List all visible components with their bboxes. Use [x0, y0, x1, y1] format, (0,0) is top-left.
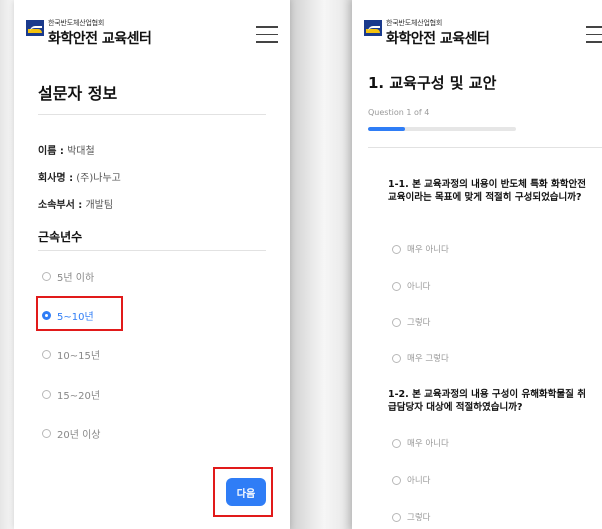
question-text: 1-2. 본 교육과정의 내용 구성이 유해화학물질 취급담당자 대상에 적절하… — [388, 389, 586, 413]
company-field: 회사명 : (주)나누고 — [38, 169, 121, 184]
company-label: 회사명 : — [38, 173, 74, 184]
question-text: 1-1. 본 교육과정의 내용이 반도체 특화 화학안전교육이라는 목표에 맞게… — [388, 179, 586, 203]
name-value: 박대철 — [67, 146, 95, 157]
tenure-option[interactable]: 20년 이상 — [42, 426, 101, 441]
hamburger-icon[interactable] — [586, 26, 602, 43]
name-field: 이름 : 박대철 — [38, 142, 95, 157]
tenure-option-label: 20년 이상 — [57, 430, 101, 441]
radio-icon[interactable] — [392, 281, 401, 291]
tenure-title: 근속년수 — [38, 230, 83, 244]
logo-icon — [364, 20, 382, 36]
progress-bar — [368, 127, 516, 131]
background-edge — [0, 0, 14, 529]
radio-icon[interactable] — [42, 272, 51, 281]
answer-option-label: 매우 아니다 — [407, 439, 449, 449]
radio-icon[interactable] — [392, 475, 401, 485]
survey-question-screen: 한국반도체산업협회 화학안전 교육센터 1. 교육구성 및 교안 Questio… — [352, 0, 602, 529]
question-counter: Question 1 of 4 — [368, 108, 430, 117]
header: 한국반도체산업협회 화학안전 교육센터 — [352, 0, 602, 64]
department-value: 개발팀 — [85, 200, 114, 211]
divider — [38, 250, 266, 251]
answer-option-label: 매우 그렇다 — [407, 354, 449, 364]
hamburger-icon[interactable] — [256, 26, 278, 43]
tenure-option-label: 15~20년 — [57, 391, 101, 402]
page-title: 설문자 정보 — [38, 84, 118, 103]
tenure-option[interactable]: 15~20년 — [42, 387, 100, 402]
department-label: 소속부서 : — [38, 200, 83, 211]
site-title: 화학안전 교육센터 — [386, 31, 490, 47]
progress-fill — [368, 127, 405, 131]
answer-option-label: 그렇다 — [407, 318, 431, 328]
radio-icon[interactable] — [392, 438, 401, 448]
answer-option[interactable]: 매우 아니다 — [392, 243, 449, 255]
tenure-option-label: 10~15년 — [57, 351, 101, 362]
section-title: 1. 교육구성 및 교안 — [368, 74, 497, 92]
name-label: 이름 : — [38, 146, 64, 157]
radio-icon[interactable] — [392, 317, 401, 327]
radio-icon[interactable] — [392, 353, 401, 363]
answer-option[interactable]: 아니다 — [392, 280, 430, 292]
department-field: 소속부서 : 개발팀 — [38, 196, 113, 211]
radio-icon[interactable] — [392, 512, 401, 522]
answer-option-label: 아니다 — [407, 282, 431, 292]
answer-option[interactable]: 그렇다 — [392, 511, 430, 523]
answer-option-label: 매우 아니다 — [407, 245, 449, 255]
org-name: 한국반도체산업협회 — [386, 19, 443, 27]
highlight-box — [213, 467, 273, 517]
radio-icon[interactable] — [42, 350, 51, 359]
logo-icon — [26, 20, 44, 36]
tenure-option[interactable]: 5년 이하 — [42, 269, 94, 284]
site-title: 화학안전 교육센터 — [48, 31, 152, 47]
answer-option-label: 그렇다 — [407, 513, 431, 523]
answer-option[interactable]: 매우 그렇다 — [392, 352, 449, 364]
tenure-option-label: 5년 이하 — [57, 273, 95, 284]
radio-icon[interactable] — [42, 429, 51, 438]
answer-option-label: 아니다 — [407, 476, 431, 486]
company-value: (주)나누고 — [76, 173, 121, 184]
tenure-option[interactable]: 10~15년 — [42, 347, 100, 362]
divider — [38, 114, 266, 115]
answer-option[interactable]: 아니다 — [392, 474, 430, 486]
radio-icon[interactable] — [42, 390, 51, 399]
header: 한국반도체산업협회 화학안전 교육센터 — [14, 0, 290, 64]
divider — [368, 147, 602, 148]
survey-info-screen: 한국반도체산업협회 화학안전 교육센터 설문자 정보 이름 : 박대철 회사명 … — [14, 0, 290, 529]
highlight-box — [36, 296, 123, 331]
answer-option[interactable]: 매우 아니다 — [392, 437, 449, 449]
background-gap — [290, 0, 352, 529]
answer-option[interactable]: 그렇다 — [392, 316, 430, 328]
radio-icon[interactable] — [392, 244, 401, 254]
org-name: 한국반도체산업협회 — [48, 19, 105, 27]
